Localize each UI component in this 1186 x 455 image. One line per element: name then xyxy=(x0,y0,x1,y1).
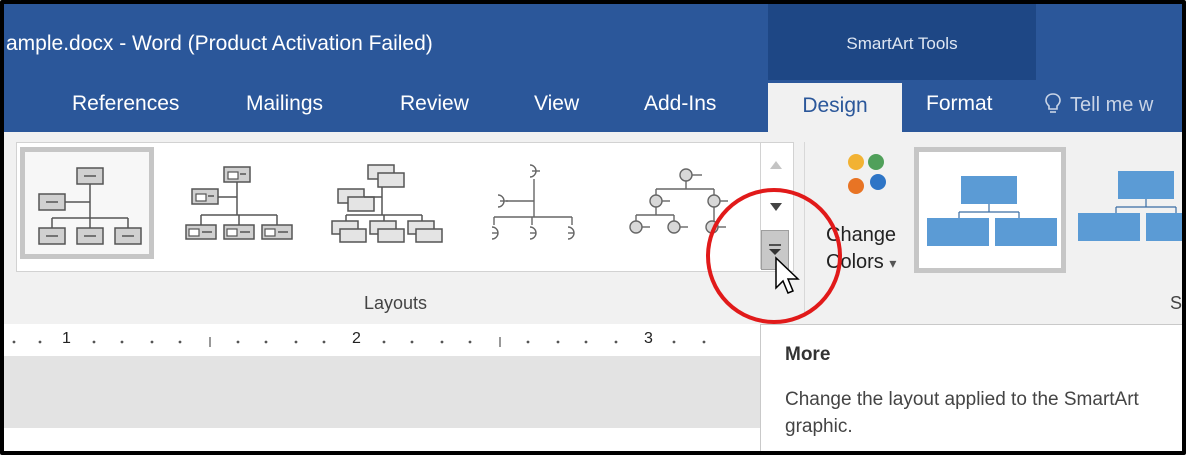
circle-hierarchy-icon xyxy=(491,164,575,240)
more-gallery-icon xyxy=(769,244,781,255)
gallery-more-button[interactable] xyxy=(761,230,789,270)
change-colors-line2: Colors xyxy=(826,251,884,273)
layout-org-chart[interactable] xyxy=(20,147,154,259)
tooltip-title: More xyxy=(785,344,831,365)
ruler-mark-1: 1 xyxy=(62,330,71,347)
smartart-style-1[interactable] xyxy=(914,147,1066,273)
half-circle-org-chart-icon xyxy=(331,164,443,243)
ruler-mark-2: 2 xyxy=(352,330,361,347)
horizontal-ruler[interactable]: 1 2 3 xyxy=(4,326,764,356)
name-title-org-chart-icon xyxy=(185,166,293,240)
triangle-up-icon xyxy=(770,161,782,169)
tooltip-description: Change the layout applied to the SmartAr… xyxy=(785,389,1139,437)
smartart-style-2[interactable] xyxy=(1072,147,1182,273)
layout-half-circle-org-chart[interactable] xyxy=(322,147,456,259)
styles-group-label: S xyxy=(1170,293,1183,313)
ruler-mark-3: 3 xyxy=(644,330,653,347)
document-page-gap xyxy=(4,356,764,428)
style-1-preview-icon xyxy=(927,176,1057,246)
document-title: ample.docx - Word (Product Activation Fa… xyxy=(6,32,433,55)
labeled-hierarchy-icon xyxy=(629,168,728,234)
tab-design[interactable]: Design xyxy=(768,83,902,135)
tab-review[interactable]: Review xyxy=(400,92,469,116)
change-colors-line1: Change xyxy=(826,224,897,246)
tab-references[interactable]: References xyxy=(72,92,179,116)
smartart-tools-label: SmartArt Tools xyxy=(846,34,958,53)
group-divider xyxy=(804,142,805,312)
change-colors-label: Change Colors ▾ xyxy=(826,222,896,277)
gallery-scroll-down-button[interactable] xyxy=(762,190,790,230)
chevron-down-icon: ▾ xyxy=(889,255,897,271)
tab-format[interactable]: Format xyxy=(926,92,993,116)
lightbulb-icon xyxy=(1045,93,1061,113)
layout-circle-picture-hierarchy[interactable] xyxy=(474,147,608,259)
layouts-group-label: Layouts xyxy=(364,293,428,313)
tab-view[interactable]: View xyxy=(534,92,579,116)
style-2-preview-icon xyxy=(1078,171,1182,241)
tab-add-ins[interactable]: Add-Ins xyxy=(644,92,716,116)
tell-me-box[interactable]: Tell me w xyxy=(1044,92,1153,117)
change-colors-icon xyxy=(848,154,886,194)
window-frame: ample.docx - Word (Product Activation Fa… xyxy=(0,0,1186,455)
layout-labeled-hierarchy[interactable] xyxy=(618,147,752,259)
tab-mailings[interactable]: Mailings xyxy=(246,92,323,116)
org-chart-layout-icon xyxy=(38,167,142,245)
document-page[interactable] xyxy=(4,428,764,451)
gallery-scroll-up-button[interactable] xyxy=(762,148,790,188)
ribbon-tab-row xyxy=(4,80,1182,132)
triangle-down-icon xyxy=(770,203,782,211)
tell-me-label: Tell me w xyxy=(1070,94,1154,116)
layout-name-and-title-org-chart[interactable] xyxy=(176,147,310,259)
